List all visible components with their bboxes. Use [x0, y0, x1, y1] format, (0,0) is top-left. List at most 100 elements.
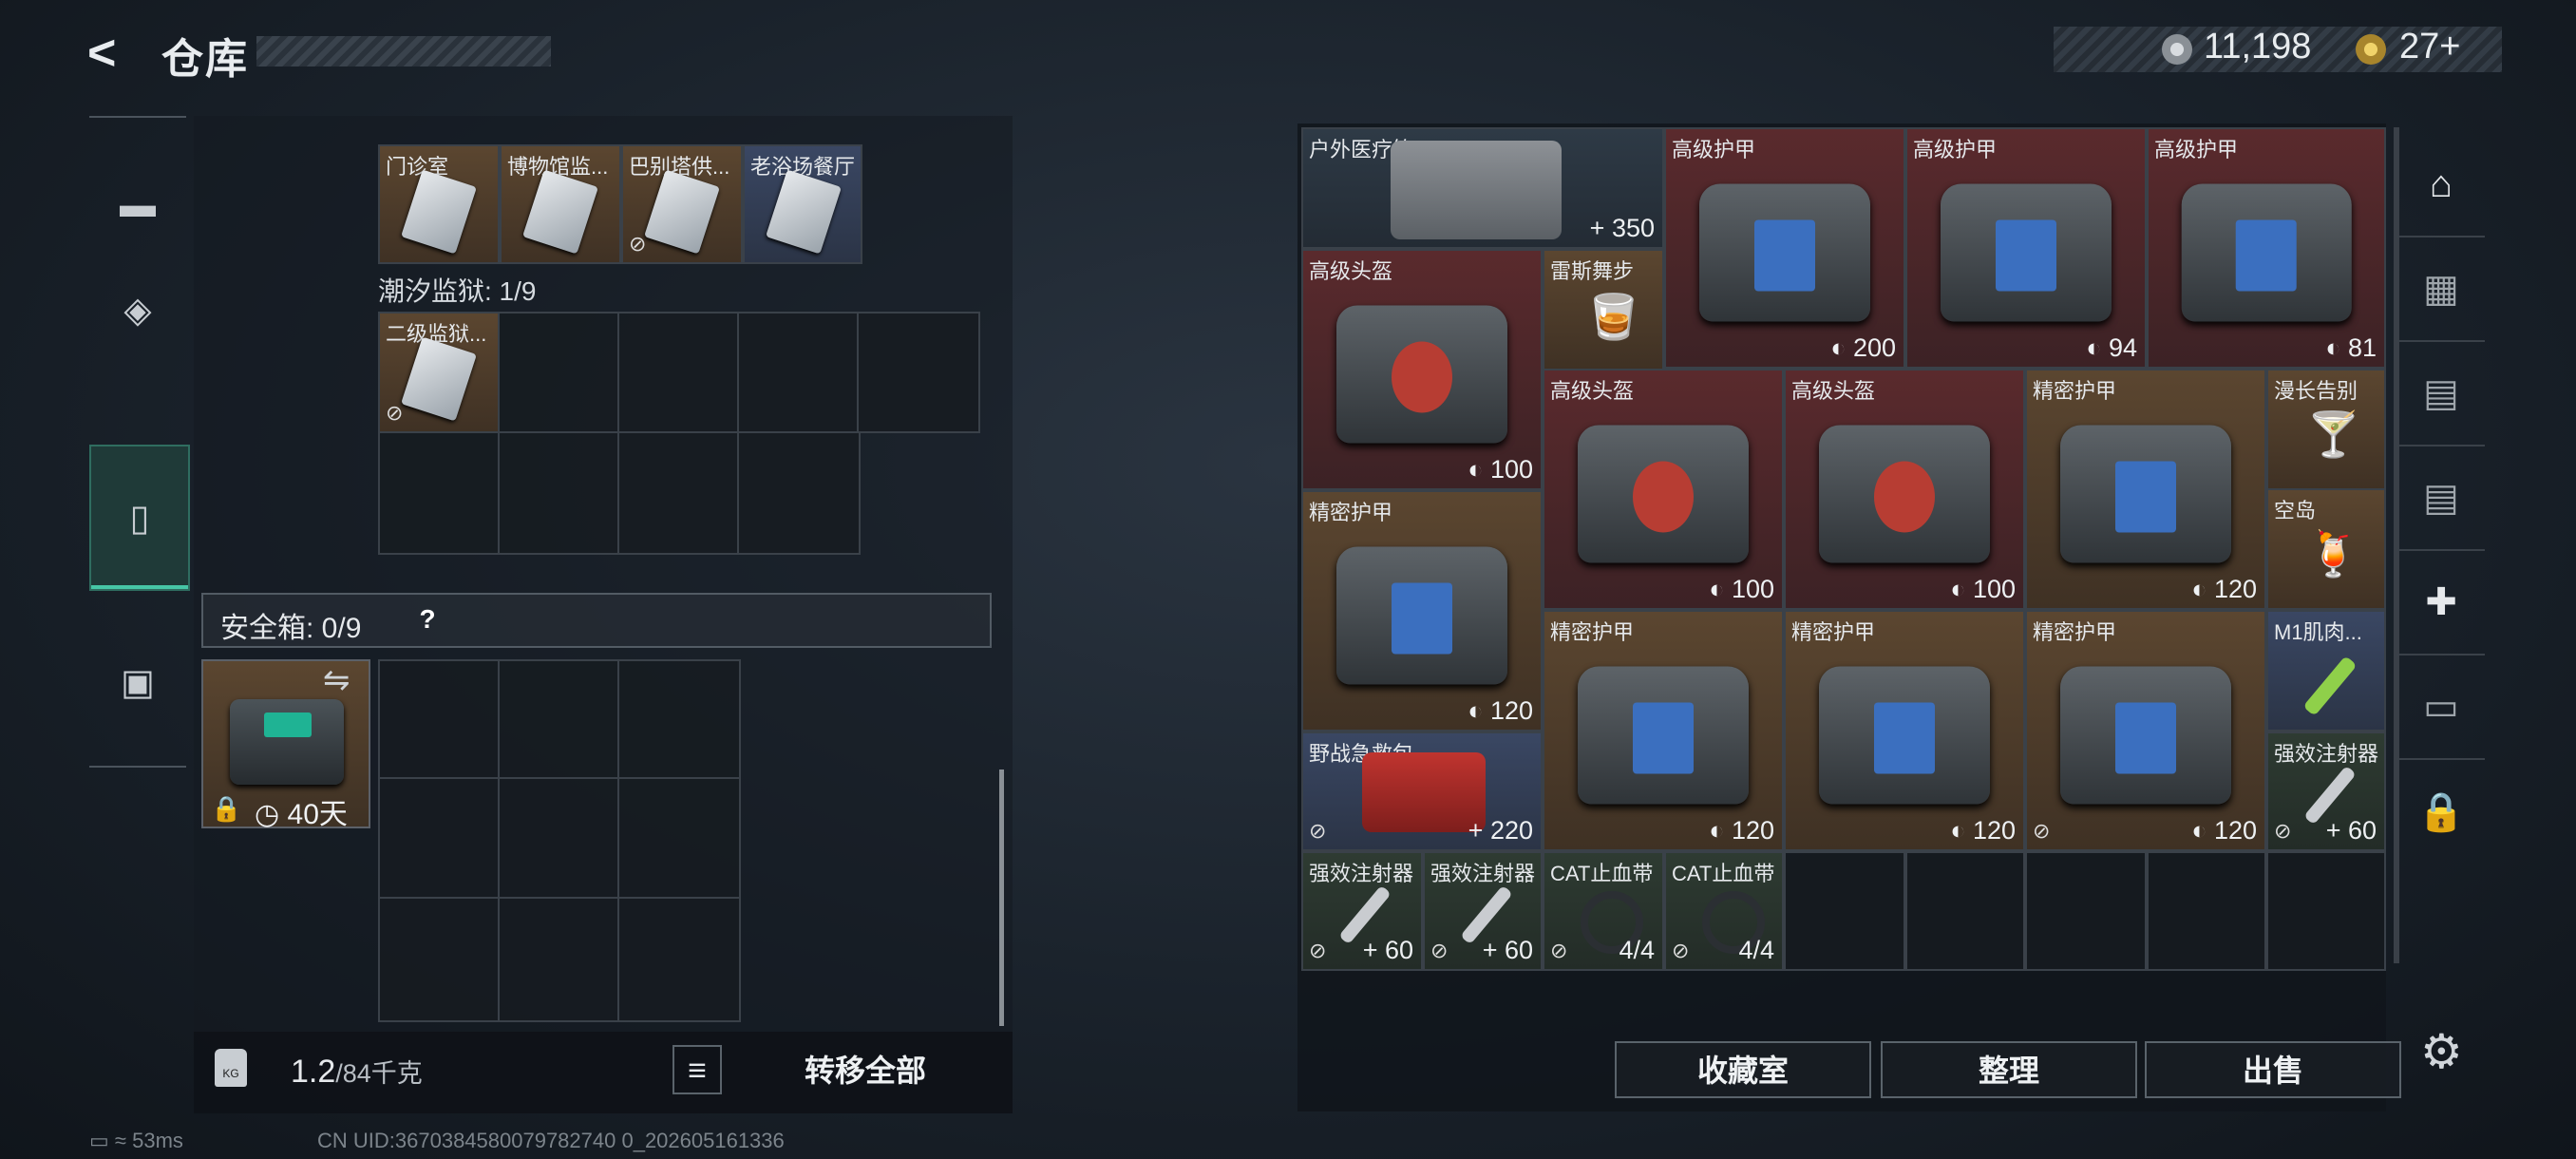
grid-slot[interactable] [617, 431, 739, 555]
item-card[interactable]: 高级头盔 ◐ 100 [1543, 369, 1784, 610]
item-card[interactable]: 野战急救包 ⊘ + 220 [1301, 732, 1543, 851]
grid-slot[interactable] [1905, 851, 2025, 971]
item-card[interactable]: 漫长告别 🍸 [2266, 369, 2386, 490]
transfer-all-button[interactable]: 转移全部 [737, 1039, 994, 1102]
durability: ◐ 100 [1709, 575, 1774, 603]
item-card[interactable]: 精密护甲 ◐ 120 [1301, 490, 1543, 732]
medical-tab-icon[interactable]: ✚ [2397, 551, 2485, 656]
uid-text: CN UID:3670384580079782740 0_20260516133… [317, 1129, 785, 1152]
grid-slot[interactable] [617, 312, 739, 433]
armor-bag-icon [2181, 183, 2352, 322]
helmet-tab-icon[interactable]: ⌂ [2397, 133, 2485, 238]
grid-slot[interactable] [2025, 851, 2147, 971]
grid-slot[interactable] [498, 659, 619, 779]
item-value: + 60 [1482, 936, 1533, 964]
item-label: 强效注射器 [1430, 862, 1536, 885]
item-value: 120 [2213, 816, 2257, 845]
item-card[interactable]: 高级头盔 ◐ 100 [1784, 369, 2025, 610]
durability: ◐ 120 [2191, 575, 2257, 603]
grid-slot[interactable] [498, 897, 619, 1022]
grid-slot[interactable] [2147, 851, 2266, 971]
item-card[interactable]: 精密护甲 ◐ 120 [1784, 610, 2025, 851]
item-card[interactable]: 空岛 🍹 [2266, 488, 2386, 610]
item-card[interactable]: 高级护甲 ◐ 81 [2147, 127, 2386, 369]
durability: ◐ 81 [2325, 333, 2377, 362]
item-card[interactable]: 精密护甲 ◐ 120 [1543, 610, 1784, 851]
gear-icon[interactable]: ⚙ [2420, 1024, 2463, 1079]
silver-coin-icon [2162, 34, 2192, 65]
swap-icon[interactable]: ⇋ [323, 661, 350, 699]
grid-slot[interactable] [498, 312, 619, 433]
item-card[interactable]: 门诊室 [378, 144, 500, 264]
item-card[interactable]: 博物馆监... [500, 144, 621, 264]
folder-tab-icon[interactable]: ▤ [2397, 342, 2485, 446]
item-card[interactable]: 巴别塔供... ⊘ [621, 144, 743, 264]
grid-slot[interactable] [2266, 851, 2386, 971]
grid-slot[interactable] [378, 777, 500, 899]
item-label: 高级护甲 [1672, 138, 1756, 162]
item-card[interactable]: CAT止血带 ⊘ 4/4 [1664, 851, 1784, 971]
left-scrollbar[interactable] [999, 770, 1004, 1026]
item-value: 4/4 [1619, 936, 1655, 964]
item-card[interactable]: M1肌肉... [2266, 610, 2386, 732]
durability: ◐ 120 [1468, 696, 1533, 725]
weight-max: /84千克 [335, 1059, 423, 1088]
backpack-icon[interactable]: ▯ [89, 445, 190, 591]
grid-slot[interactable] [378, 431, 500, 555]
item-card[interactable]: 雷斯舞步 🥃 [1543, 249, 1664, 370]
grid-slot[interactable] [617, 897, 741, 1022]
sell-button[interactable]: 出售 [2145, 1041, 2401, 1098]
keycard-icon [522, 169, 598, 255]
gold-amount[interactable]: 27+ [2399, 27, 2460, 67]
grid-slot[interactable] [617, 777, 741, 899]
item-card[interactable]: 高级护甲 ◐ 200 [1664, 127, 1905, 369]
grid-slot[interactable] [498, 777, 619, 899]
cocktail-icon: 🥃 [1586, 292, 1641, 341]
grid-slot[interactable] [737, 312, 859, 433]
no-drop-icon: ⊘ [1672, 939, 1690, 962]
grid-slot[interactable] [857, 312, 980, 433]
left-category-nav: ▬ ◈ ▯ ▣ [89, 116, 190, 768]
back-arrow-icon[interactable]: < [87, 27, 135, 80]
durability: ◐ 120 [1709, 816, 1774, 845]
list-view-button[interactable]: ≡ [672, 1045, 722, 1094]
item-label: CAT止血带 [1550, 862, 1654, 885]
armor-bag-icon [1699, 183, 1870, 322]
folder-tab-icon-2[interactable]: ▤ [2397, 446, 2485, 551]
grid-slot[interactable] [498, 431, 619, 555]
grid-slot[interactable] [737, 431, 861, 555]
armor-icon[interactable]: ◈ [89, 260, 186, 359]
sort-button[interactable]: 整理 [1881, 1041, 2137, 1098]
item-card[interactable]: 高级护甲 ◐ 94 [1905, 127, 2147, 369]
collection-room-button[interactable]: 收藏室 [1615, 1041, 1871, 1098]
item-card[interactable]: 老浴场餐厅 [743, 144, 862, 264]
grid-slot[interactable] [1784, 851, 1905, 971]
item-label: 高级护甲 [1913, 138, 1998, 162]
weapon-tab-icon[interactable]: ▭ [2397, 656, 2485, 760]
gun-icon[interactable]: ▬ [89, 156, 186, 255]
item-card[interactable]: 精密护甲 ⊘ ◐ 120 [2025, 610, 2266, 851]
item-card[interactable]: 强效注射器 ⊘ + 60 [2266, 732, 2386, 851]
lock-icon: 🔒 [2417, 790, 2465, 833]
item-card[interactable]: 精密护甲 ◐ 120 [2025, 369, 2266, 610]
item-card[interactable]: CAT止血带 ⊘ 4/4 [1543, 851, 1664, 971]
item-card[interactable]: 高级头盔 ◐ 100 [1301, 249, 1543, 490]
weight-current: 1.2 [291, 1054, 336, 1090]
grid-slot[interactable] [617, 659, 741, 779]
item-card[interactable]: 户外医疗箱 + 350 [1301, 127, 1664, 249]
toolbox-icon[interactable]: ▣ [89, 633, 186, 732]
item-card[interactable]: 强效注射器 ⊘ + 60 [1423, 851, 1543, 971]
item-card[interactable]: 强效注射器 ⊘ + 60 [1301, 851, 1423, 971]
no-drop-icon: ⊘ [2274, 819, 2292, 843]
grid-slot[interactable] [378, 897, 500, 1022]
armor-bag-icon [1336, 546, 1507, 685]
help-icon[interactable]: ? [407, 600, 448, 638]
weight-icon: KG [215, 1049, 247, 1087]
status-bar: ▭ ≈ 53ms [89, 1129, 183, 1152]
item-value: + 60 [1362, 936, 1413, 964]
keycard-icon [644, 169, 720, 255]
warehouse-tab-icon[interactable]: ▦ [2397, 238, 2485, 342]
item-card[interactable]: 二级监狱... ⊘ [378, 312, 500, 433]
grid-slot[interactable] [378, 659, 500, 779]
safe-box-timer: ◷ 40天 [255, 799, 348, 830]
